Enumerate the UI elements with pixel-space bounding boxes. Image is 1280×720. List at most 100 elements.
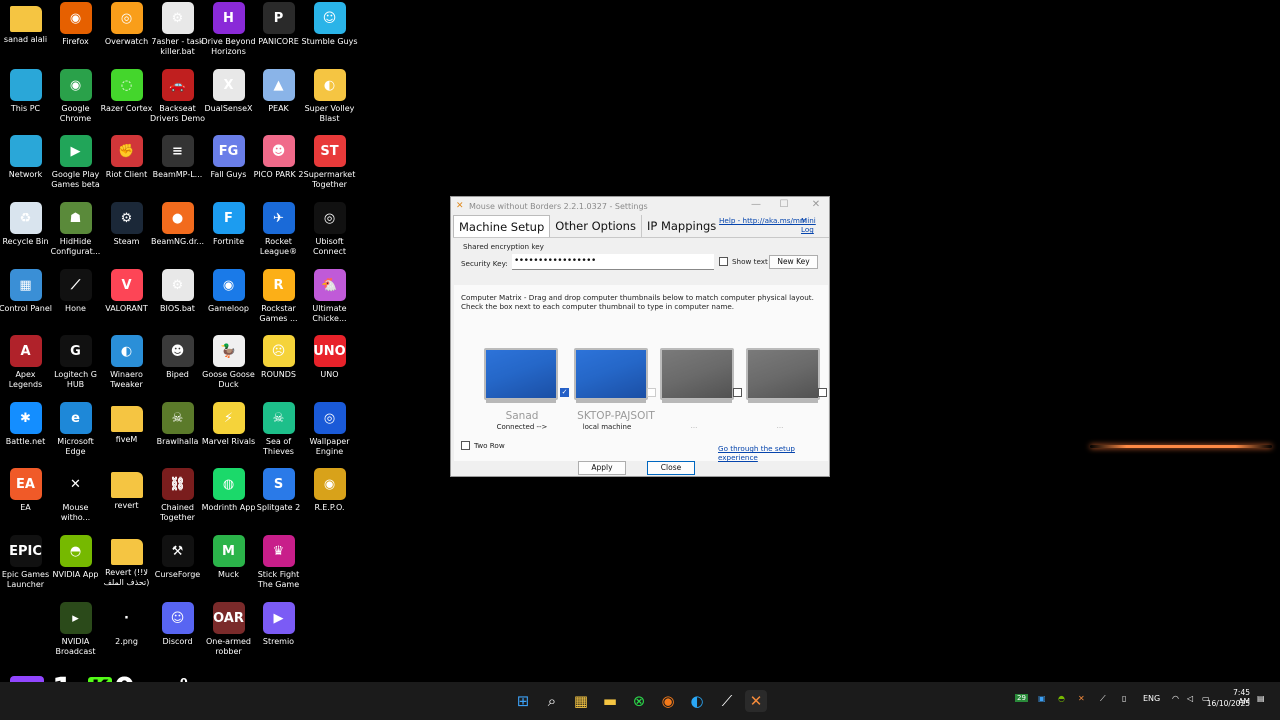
desktop-shortcut[interactable]: ◓ NVIDIA App [50, 533, 101, 600]
desktop-shortcut[interactable]: · 2.png [101, 600, 152, 667]
notifications-icon[interactable]: ▤ [1257, 694, 1265, 703]
desktop-shortcut[interactable]: Revert (!!لا تحذف الملف) [101, 533, 152, 600]
machine-thumbnail[interactable] [574, 348, 648, 403]
desktop-shortcut[interactable]: ☺ Stumble Guys [302, 0, 358, 67]
search-icon[interactable]: ⌕ [541, 690, 563, 712]
desktop-shortcut[interactable]: H Drive Beyond Horizons [201, 0, 256, 67]
desktop-shortcut[interactable]: ◉ Google Chrome [50, 67, 101, 134]
desktop-shortcut[interactable]: ⚙ Steam [101, 200, 152, 267]
security-key-input[interactable]: ••••••••••••••••• [512, 254, 714, 270]
desktop-shortcut[interactable]: ✕ Mouse witho... [50, 466, 101, 533]
tray-app-icon[interactable]: ▣ [1038, 694, 1046, 703]
tray-nvidia-icon[interactable]: ◓ [1058, 694, 1065, 703]
desktop-shortcut[interactable]: ☹ ROUNDS [253, 333, 304, 400]
desktop-shortcut[interactable]: ⟋ Hone [50, 267, 101, 334]
desktop-shortcut[interactable]: V VALORANT [101, 267, 152, 334]
apply-button[interactable]: Apply [578, 461, 626, 475]
close-button[interactable]: Close [647, 461, 695, 475]
desktop-shortcut[interactable]: ✈ Rocket League® [253, 200, 304, 267]
desktop-shortcut[interactable]: ▶ Stremio [253, 600, 304, 667]
desktop-shortcut[interactable]: G Logitech G HUB [50, 333, 101, 400]
machine-checkbox[interactable] [733, 388, 742, 397]
desktop-shortcut[interactable]: ◉ Firefox [50, 0, 101, 67]
machine-thumbnail[interactable] [746, 348, 820, 403]
desktop-shortcut[interactable]: EA EA [0, 466, 51, 533]
tray-mouse-without-borders-icon[interactable]: ✕ [1078, 694, 1085, 703]
desktop-shortcut[interactable]: ☺ Discord [152, 600, 203, 667]
clock-date[interactable]: 16/10/2025 [1206, 699, 1250, 708]
machine-thumbnail[interactable] [660, 348, 734, 403]
tray-badge[interactable]: 29 [1015, 694, 1028, 702]
desktop-shortcut[interactable]: ◎ Ubisoft Connect [304, 200, 355, 267]
tray-battery-icon[interactable]: ▯ [1122, 694, 1126, 703]
desktop-shortcut[interactable]: ◎ Wallpaper Engine [304, 400, 355, 467]
tab-machine-setup[interactable]: Machine Setup [453, 215, 551, 237]
maximize-button[interactable]: ☐ [769, 199, 799, 213]
desktop-shortcut[interactable]: ▸ NVIDIA Broadcast [50, 600, 101, 667]
desktop-shortcut[interactable]: FG Fall Guys [203, 133, 254, 200]
desktop-shortcut[interactable]: ◍ Modrinth App [202, 466, 255, 533]
desktop-shortcut[interactable]: ● BeamNG.dr... [151, 200, 204, 267]
desktop-shortcut[interactable]: ◐ Winaero Tweaker [101, 333, 152, 400]
tab-other-options[interactable]: Other Options [550, 215, 642, 237]
desktop-shortcut[interactable]: X DualSenseX [203, 67, 254, 134]
desktop-shortcut[interactable]: ☠ Sea of Thieves [253, 400, 304, 467]
help-link[interactable]: Help - http://aka.ms/mm [719, 216, 807, 225]
wifi-icon[interactable]: ◠ [1172, 694, 1179, 703]
desktop-shortcut[interactable]: ✱ Battle.net [0, 400, 51, 467]
minimize-button[interactable]: — [741, 199, 771, 213]
desktop-shortcut[interactable]: ☻ Biped [152, 333, 203, 400]
machine-checkbox[interactable] [818, 388, 827, 397]
desktop-shortcut[interactable]: ⚙ BIOS.bat [152, 267, 203, 334]
desktop-shortcut[interactable]: OAR One-armed robber [203, 600, 254, 667]
desktop-shortcut[interactable]: R Rockstar Games ... [253, 267, 304, 334]
desktop-shortcut[interactable]: ▲ PEAK [253, 67, 304, 134]
window-title-bar[interactable]: ✕ Mouse without Borders 2.2.1.0327 - Set… [451, 197, 829, 215]
desktop-shortcut[interactable]: 🚗 Backseat Drivers Demo [150, 67, 205, 134]
desktop-shortcut[interactable]: ◐ Super Volley Blast [304, 67, 355, 134]
desktop-shortcut[interactable]: EPIC Epic Games Launcher [0, 533, 51, 600]
desktop-shortcut[interactable]: ≡ BeamMP-L... [152, 133, 203, 200]
desktop-shortcut[interactable]: S Splitgate 2 [253, 466, 304, 533]
show-text-checkbox[interactable] [719, 257, 728, 266]
desktop-shortcut[interactable]: ⚡ Marvel Rivals [202, 400, 255, 467]
desktop-shortcut[interactable]: M Muck [203, 533, 254, 600]
desktop-shortcut[interactable]: revert [101, 466, 152, 533]
desktop-shortcut[interactable]: ☠ Brawlhalla [152, 400, 203, 467]
desktop-shortcut[interactable]: ♛ Stick Fight The Game [253, 533, 304, 600]
desktop-shortcut[interactable]: UNO UNO [304, 333, 355, 400]
new-key-button[interactable]: New Key [769, 255, 818, 269]
desktop-shortcut[interactable]: ⚒ CurseForge [152, 533, 203, 600]
desktop-shortcut[interactable]: 🦆 Goose Goose Duck [202, 333, 255, 400]
close-window-button[interactable]: ✕ [801, 199, 831, 213]
desktop-shortcut[interactable]: ♻ Recycle Bin [0, 200, 51, 267]
desktop-shortcut[interactable]: ☻ PICO PARK 2 [253, 133, 304, 200]
desktop-shortcut[interactable]: ◎ Overwatch [101, 0, 152, 67]
desktop-shortcut[interactable]: ⚙ 7asher - task killer.bat [151, 0, 204, 67]
machine-thumbnail[interactable] [484, 348, 558, 403]
start-icon[interactable]: ⊞ [512, 690, 534, 712]
desktop-shortcut[interactable]: ▶ Google Play Games beta [50, 133, 101, 200]
desktop-shortcut[interactable]: e Microsoft Edge [50, 400, 101, 467]
two-row-checkbox[interactable] [461, 441, 470, 450]
desktop-shortcut[interactable]: Network [0, 133, 51, 200]
desktop-shortcut[interactable]: ◉ Gameloop [203, 267, 254, 334]
machine-checkbox[interactable] [647, 388, 656, 397]
desktop-shortcut[interactable]: ✊ Riot Client [101, 133, 152, 200]
volume-icon[interactable]: ◁ [1187, 694, 1193, 703]
desktop-shortcut[interactable]: ☗ HidHide Configurat... [50, 200, 101, 267]
mini-log-link[interactable]: Mini Log [801, 216, 829, 234]
setup-experience-link[interactable]: Go through the setup experience [718, 444, 829, 462]
desktop-shortcut[interactable]: ⛓ Chained Together [152, 466, 203, 533]
language-indicator[interactable]: ENG [1143, 694, 1160, 703]
hone-icon[interactable]: ⟋ [716, 690, 738, 712]
desktop-shortcut[interactable]: A Apex Legends [0, 333, 51, 400]
microsoft-store-icon[interactable]: ▦ [570, 690, 592, 712]
firefox-icon[interactable]: ◉ [657, 690, 679, 712]
desktop-shortcut[interactable]: F Fortnite [203, 200, 254, 267]
desktop-shortcut[interactable]: sanad alali [0, 0, 51, 67]
desktop-shortcut[interactable]: ◌ Razer Cortex [101, 67, 152, 134]
desktop-shortcut[interactable]: This PC [0, 67, 51, 134]
desktop-shortcut[interactable]: 🐔 Ultimate Chicke... [304, 267, 355, 334]
machine-checkbox[interactable]: ✓ [560, 388, 569, 397]
